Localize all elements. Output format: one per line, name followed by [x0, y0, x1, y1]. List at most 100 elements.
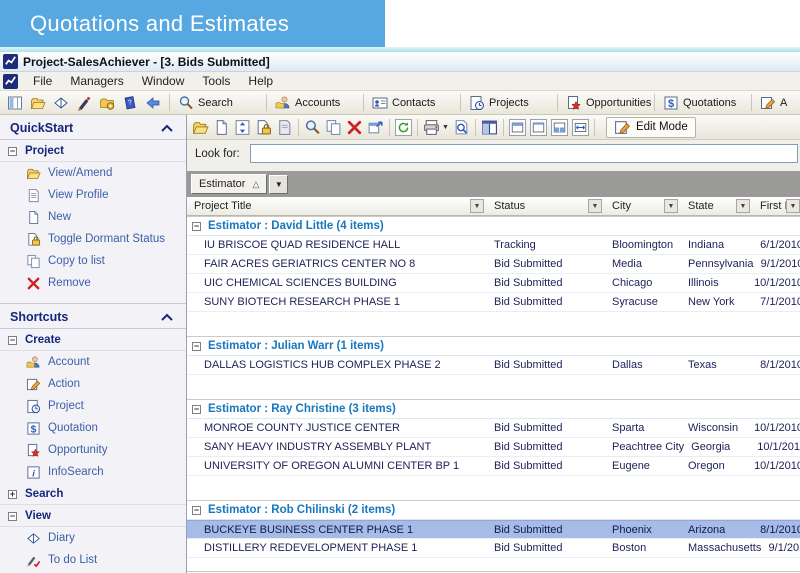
collapse-icon[interactable]: −: [192, 506, 201, 515]
panel-header-shortcuts[interactable]: Shortcuts: [0, 304, 186, 329]
column-header-project-title[interactable]: Project Title▼: [187, 197, 487, 215]
table-row[interactable]: DISTILLERY REDEVELOPMENT PHASE 1Bid Subm…: [187, 539, 800, 558]
folder-options-icon[interactable]: [99, 95, 115, 111]
collapse-icon[interactable]: −: [8, 147, 17, 156]
column-filter-button[interactable]: ▼: [664, 199, 678, 213]
column-filter-button[interactable]: ▼: [786, 199, 800, 213]
folder-open-icon[interactable]: [30, 95, 46, 111]
group-by-dropdown-button[interactable]: ▼: [269, 175, 288, 194]
table-row[interactable]: SANY HEAVY INDUSTRY ASSEMBLY PLANTBid Su…: [187, 438, 800, 457]
sidebar-item-infosearch[interactable]: iInfoSearch: [0, 461, 186, 483]
estimator-group: −Estimator : Julian Warr (1 items)DALLAS…: [187, 336, 800, 375]
toolbar-button-accounts[interactable]: Accounts: [268, 91, 362, 114]
collapse-icon[interactable]: −: [8, 336, 17, 345]
chevron-up-icon[interactable]: [160, 312, 174, 322]
toolbar-button-projects[interactable]: Projects: [462, 91, 556, 114]
table-row[interactable]: BUCKEYE BUSINESS CENTER PHASE 1Bid Submi…: [187, 520, 800, 539]
delete-icon[interactable]: [346, 119, 363, 136]
group-by-estimator-button[interactable]: Estimator △: [191, 174, 267, 194]
sidebar-item-project[interactable]: Project: [0, 395, 186, 417]
sidebar-item-to-do-list[interactable]: To do List: [0, 549, 186, 571]
doc-lock-icon[interactable]: [255, 119, 272, 136]
section-header-project[interactable]: −Project: [0, 140, 186, 162]
table-row[interactable]: UIC CHEMICAL SCIENCES BUILDINGBid Submit…: [187, 274, 800, 293]
section-header-create[interactable]: −Create: [0, 329, 186, 351]
menu-item-help[interactable]: Help: [239, 72, 282, 91]
lookfor-input[interactable]: [250, 144, 798, 163]
column-filter-button[interactable]: ▼: [736, 199, 750, 213]
table-row[interactable]: UNIVERSITY OF OREGON ALUMNI CENTER BP 1B…: [187, 457, 800, 476]
group-header[interactable]: −Estimator : Julian Warr (1 items): [187, 336, 800, 356]
table-row[interactable]: FAIR ACRES GERIATRICS CENTER NO 8Bid Sub…: [187, 255, 800, 274]
sidebar-item-remove[interactable]: Remove: [0, 272, 186, 294]
sidebar-item-copy-to-list[interactable]: Copy to list: [0, 250, 186, 272]
column-header-first-inv[interactable]: First Inv▼: [753, 197, 800, 215]
layout-top-icon[interactable]: [509, 119, 526, 136]
columns-view-icon[interactable]: [481, 119, 498, 136]
fit-width-icon[interactable]: [572, 119, 589, 136]
refresh-icon[interactable]: [395, 119, 412, 136]
sidebar-item-view-amend[interactable]: View/Amend: [0, 162, 186, 184]
column-header-status[interactable]: Status▼: [487, 197, 605, 215]
menu-item-file[interactable]: File: [24, 72, 61, 91]
menu-item-window[interactable]: Window: [133, 72, 194, 91]
chevron-up-icon[interactable]: [160, 123, 174, 133]
ink-pen-icon[interactable]: [76, 95, 92, 111]
quotations-icon: $: [26, 421, 41, 436]
sidebar-item-view-profile[interactable]: View Profile: [0, 184, 186, 206]
export-icon[interactable]: [367, 119, 384, 136]
edit-mode-button[interactable]: Edit Mode: [606, 117, 696, 138]
table-row[interactable]: DALLAS LOGISTICS HUB COMPLEX PHASE 2Bid …: [187, 356, 800, 375]
back-arrow-icon[interactable]: [145, 95, 161, 111]
search-icon[interactable]: [304, 119, 321, 136]
collapse-icon[interactable]: −: [192, 405, 201, 414]
toolbar-button-opportunities[interactable]: Opportunities: [559, 91, 653, 114]
panel-header-quickstart[interactable]: QuickStart: [0, 115, 186, 140]
cell-city: Syracuse: [605, 296, 681, 308]
column-header-state[interactable]: State▼: [681, 197, 753, 215]
folder-open-icon[interactable]: [192, 119, 209, 136]
toolbar-button-quotations[interactable]: $Quotations: [656, 91, 750, 114]
sidebar-item-opportunity[interactable]: Opportunity: [0, 439, 186, 461]
collapse-icon[interactable]: −: [192, 222, 201, 231]
sidebar-item-action[interactable]: Action: [0, 373, 186, 395]
estimator-group: −Estimator : Rob Chilinski (2 items)BUCK…: [187, 500, 800, 558]
help-book-icon[interactable]: ?: [122, 95, 138, 111]
toolbar-button-a[interactable]: A: [753, 91, 800, 114]
table-row[interactable]: IU BRISCOE QUAD RESIDENCE HALLTrackingBl…: [187, 236, 800, 255]
column-filter-button[interactable]: ▼: [470, 199, 484, 213]
doc-icon[interactable]: [213, 119, 230, 136]
layout-full-icon[interactable]: [530, 119, 547, 136]
cell-state: Georgia: [684, 441, 756, 453]
table-row[interactable]: MONROE COUNTY JUSTICE CENTERBid Submitte…: [187, 419, 800, 438]
toolbar-button-contacts[interactable]: Contacts: [365, 91, 459, 114]
doc-plain-icon[interactable]: [276, 119, 293, 136]
collapse-icon[interactable]: −: [8, 512, 17, 521]
toolbar-button-search[interactable]: Search: [171, 91, 265, 114]
doc-updown-icon[interactable]: [234, 119, 251, 136]
menu-item-tools[interactable]: Tools: [193, 72, 239, 91]
column-header-city[interactable]: City▼: [605, 197, 681, 215]
sidebar-item-quotation[interactable]: $Quotation: [0, 417, 186, 439]
view-columns-icon[interactable]: [7, 95, 23, 111]
sidebar-item-toggle-dormant-status[interactable]: Toggle Dormant Status: [0, 228, 186, 250]
layout-split-icon[interactable]: [551, 119, 568, 136]
printer-icon[interactable]: [423, 119, 440, 136]
group-header[interactable]: −Estimator : Rob Chilinski (2 items): [187, 500, 800, 520]
section-header-view[interactable]: −View: [0, 505, 186, 527]
menu-item-managers[interactable]: Managers: [61, 72, 132, 91]
diary-icon[interactable]: [53, 95, 69, 111]
sidebar-item-account[interactable]: Account: [0, 351, 186, 373]
sidebar-item-diary[interactable]: Diary: [0, 527, 186, 549]
preview-icon[interactable]: [453, 119, 470, 136]
copy-icon[interactable]: [325, 119, 342, 136]
sidebar-item-new[interactable]: New: [0, 206, 186, 228]
expand-icon[interactable]: +: [8, 490, 17, 499]
collapse-icon[interactable]: −: [192, 342, 201, 351]
printer-dropdown-caret[interactable]: ▼: [442, 124, 449, 131]
group-header[interactable]: −Estimator : David Little (4 items): [187, 216, 800, 236]
section-header-search[interactable]: +Search: [0, 483, 186, 505]
group-header[interactable]: −Estimator : Ray Christine (3 items): [187, 399, 800, 419]
column-filter-button[interactable]: ▼: [588, 199, 602, 213]
table-row[interactable]: SUNY BIOTECH RESEARCH PHASE 1Bid Submitt…: [187, 293, 800, 312]
